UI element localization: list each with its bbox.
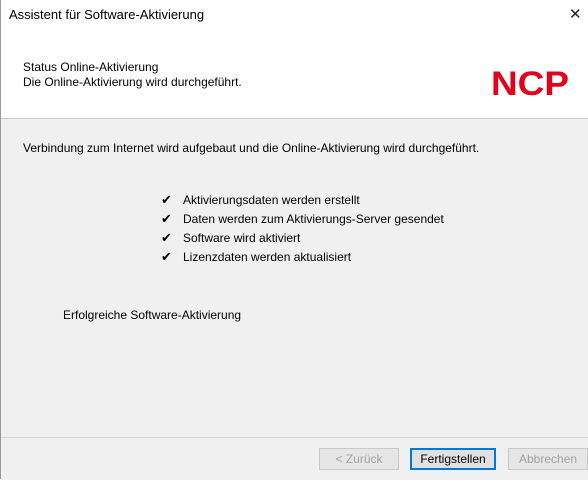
- list-item: ✔ Daten werden zum Aktivierungs-Server ge…: [161, 212, 444, 231]
- step-label: Daten werden zum Aktivierungs-Server ges…: [183, 212, 444, 226]
- ncp-logo: NCP: [491, 67, 569, 99]
- checkmark-icon: ✔: [161, 231, 172, 246]
- dialog-window: Assistent für Software-Aktivierung ✕ Sta…: [0, 0, 588, 480]
- wizard-content: Verbindung zum Internet wird aufgebaut u…: [1, 119, 588, 437]
- title-bar[interactable]: Assistent für Software-Aktivierung ✕: [1, 0, 588, 30]
- list-item: ✔ Software wird aktiviert: [161, 231, 444, 250]
- step-label: Lizenzdaten werden aktualisiert: [183, 250, 352, 264]
- logo-text: NCP: [491, 67, 569, 99]
- back-button[interactable]: < Zurück: [319, 448, 399, 470]
- step-list: ✔ Aktivierungsdaten werden erstellt ✔ Date…: [161, 193, 444, 269]
- finish-button[interactable]: Fertigstellen: [410, 448, 496, 470]
- intro-text: Verbindung zum Internet wird aufgebaut u…: [23, 141, 480, 155]
- cancel-button[interactable]: Abbrechen: [508, 448, 588, 470]
- checkmark-icon: ✔: [161, 212, 172, 227]
- step-label: Software wird aktiviert: [183, 231, 301, 245]
- header-subtitle: Die Online-Aktivierung wird durchgeführt…: [23, 75, 242, 89]
- step-label: Aktivierungsdaten werden erstellt: [183, 193, 360, 207]
- checkmark-icon: ✔: [161, 250, 172, 265]
- list-item: ✔ Lizenzdaten werden aktualisiert: [161, 250, 444, 269]
- window-title: Assistent für Software-Aktivierung: [9, 7, 205, 22]
- list-item: ✔ Aktivierungsdaten werden erstellt: [161, 193, 444, 212]
- checkmark-icon: ✔: [161, 193, 172, 208]
- result-message: Erfolgreiche Software-Aktivierung: [63, 308, 242, 322]
- header-title: Status Online-Aktivierung: [23, 60, 159, 74]
- button-bar: < Zurück Fertigstellen Abbrechen: [1, 437, 588, 480]
- wizard-header: Status Online-Aktivierung Die Online-Akt…: [1, 30, 588, 119]
- close-icon[interactable]: ✕: [569, 0, 588, 30]
